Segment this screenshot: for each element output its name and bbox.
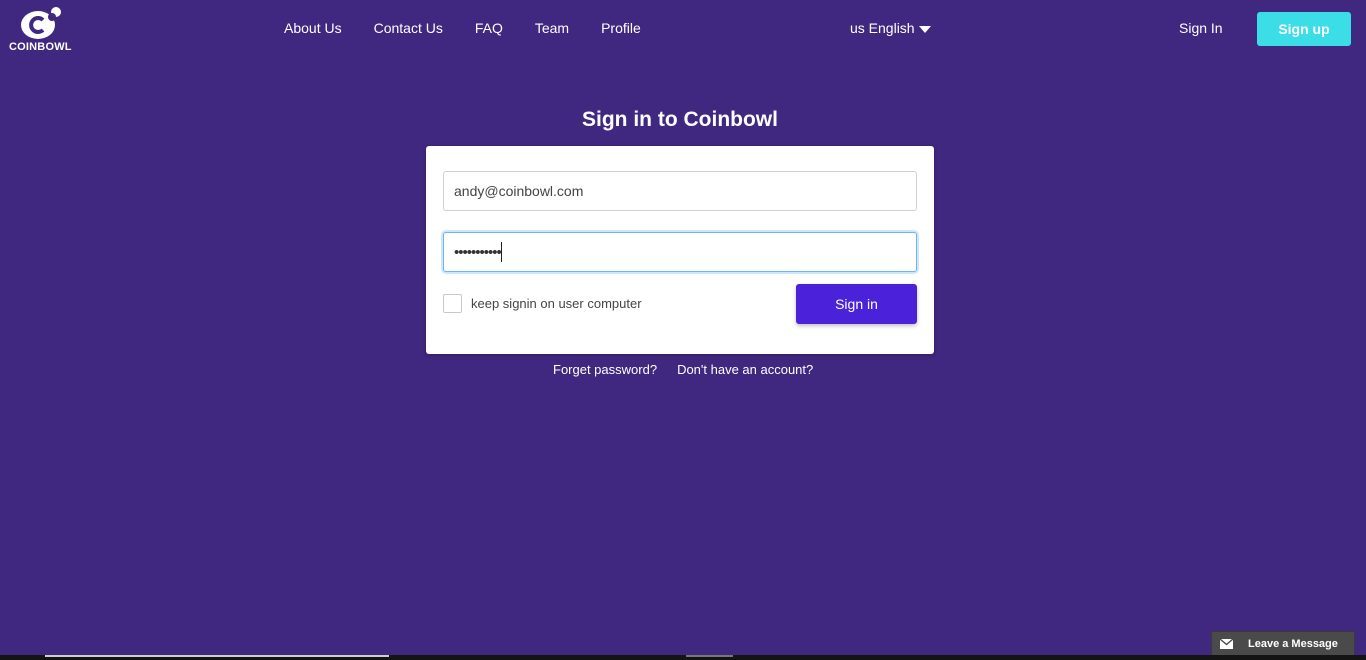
no-account-link[interactable]: Don't have an account? <box>677 362 813 377</box>
signin-card: keep signin on user computer Sign in <box>426 146 934 354</box>
sign-in-button[interactable]: Sign in <box>796 284 917 324</box>
scrollbar-thumb[interactable] <box>45 655 389 657</box>
caret-down-icon <box>918 25 931 33</box>
logo-text: COINBOWL <box>9 41 72 53</box>
auth-links: Forget password? Don't have an account? <box>553 362 813 377</box>
coinbowl-logo-icon <box>21 7 61 39</box>
keep-signin-checkbox[interactable] <box>443 294 462 313</box>
text-cursor <box>501 242 502 262</box>
leave-message-widget[interactable]: Leave a Message <box>1211 631 1355 656</box>
envelope-icon <box>1212 632 1240 655</box>
nav-faq[interactable]: FAQ <box>475 20 503 37</box>
language-selector[interactable]: us English <box>850 20 931 37</box>
sign-up-button[interactable]: Sign up <box>1257 12 1351 46</box>
coinbowl-logo[interactable]: COINBOWL <box>7 4 72 56</box>
nav-contact-us[interactable]: Contact Us <box>374 20 443 37</box>
nav-about-us[interactable]: About Us <box>284 20 342 37</box>
page-title: Sign in to Coinbowl <box>582 108 778 131</box>
header-sign-in-link[interactable]: Sign In <box>1179 20 1223 37</box>
forget-password-link[interactable]: Forget password? <box>553 362 657 377</box>
password-field[interactable] <box>443 232 917 272</box>
language-label: us English <box>850 20 915 36</box>
leave-message-label: Leave a Message <box>1248 637 1338 650</box>
scrollbar-segment <box>686 655 733 657</box>
keep-signin-label: keep signin on user computer <box>471 296 642 311</box>
nav-team[interactable]: Team <box>535 20 569 37</box>
email-field[interactable] <box>443 171 917 211</box>
site-header: COINBOWL About Us Contact Us FAQ Team Pr… <box>0 0 1366 58</box>
nav-profile[interactable]: Profile <box>601 20 641 37</box>
main-nav: About Us Contact Us FAQ Team Profile <box>284 20 673 37</box>
